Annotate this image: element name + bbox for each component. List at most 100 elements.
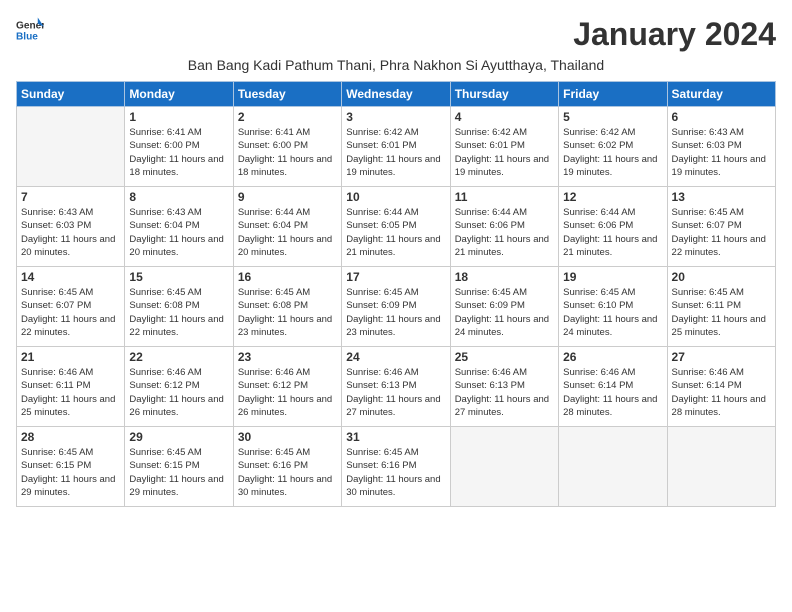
day-info: Sunrise: 6:45 AMSunset: 6:10 PMDaylight:…	[563, 286, 662, 339]
day-info: Sunrise: 6:46 AMSunset: 6:14 PMDaylight:…	[672, 366, 771, 419]
calendar-header-cell: Monday	[125, 82, 233, 107]
calendar-day-cell: 11Sunrise: 6:44 AMSunset: 6:06 PMDayligh…	[450, 187, 558, 267]
day-info: Sunrise: 6:43 AMSunset: 6:04 PMDaylight:…	[129, 206, 228, 259]
day-number: 20	[672, 270, 771, 284]
day-info: Sunrise: 6:46 AMSunset: 6:14 PMDaylight:…	[563, 366, 662, 419]
header: General Blue January 2024	[16, 16, 776, 53]
calendar-day-cell	[450, 427, 558, 507]
calendar-day-cell: 12 Sunrise: 6:44 AMSunset: 6:06 PMDayligh…	[559, 187, 667, 267]
calendar-day-cell: 2 Sunrise: 6:41 AMSunset: 6:00 PMDaylight…	[233, 107, 341, 187]
calendar-day-cell: 21 Sunrise: 6:46 AMSunset: 6:11 PMDayligh…	[17, 347, 125, 427]
calendar-header-row: SundayMondayTuesdayWednesdayThursdayFrid…	[17, 82, 776, 107]
calendar-day-cell: 8Sunrise: 6:43 AMSunset: 6:04 PMDaylight…	[125, 187, 233, 267]
day-info: Sunrise: 6:41 AMSunset: 6:00 PMDaylight:…	[238, 126, 337, 179]
calendar-day-cell: 16 Sunrise: 6:45 AMSunset: 6:08 PMDayligh…	[233, 267, 341, 347]
month-title: January 2024	[573, 16, 776, 53]
calendar-day-cell: 25 Sunrise: 6:46 AMSunset: 6:13 PMDayligh…	[450, 347, 558, 427]
day-number: 7	[21, 190, 120, 204]
calendar-day-cell: 3Sunrise: 6:42 AMSunset: 6:01 PMDaylight…	[342, 107, 450, 187]
day-info: Sunrise: 6:44 AMSunset: 6:04 PMDaylight:…	[238, 206, 337, 259]
calendar-week-row: 1 Sunrise: 6:41 AMSunset: 6:00 PMDaylight…	[17, 107, 776, 187]
day-info: Sunrise: 6:46 AMSunset: 6:13 PMDaylight:…	[455, 366, 554, 419]
calendar-header-cell: Sunday	[17, 82, 125, 107]
calendar-day-cell: 27 Sunrise: 6:46 AMSunset: 6:14 PMDayligh…	[667, 347, 775, 427]
day-number: 14	[21, 270, 120, 284]
calendar-day-cell: 7Sunrise: 6:43 AMSunset: 6:03 PMDaylight…	[17, 187, 125, 267]
day-number: 5	[563, 110, 662, 124]
calendar-day-cell: 30 Sunrise: 6:45 AMSunset: 6:16 PMDayligh…	[233, 427, 341, 507]
day-number: 31	[346, 430, 445, 444]
day-info: Sunrise: 6:44 AMSunset: 6:06 PMDaylight:…	[455, 206, 554, 259]
day-number: 19	[563, 270, 662, 284]
day-number: 15	[129, 270, 228, 284]
day-number: 1	[129, 110, 228, 124]
calendar-day-cell: 20 Sunrise: 6:45 AMSunset: 6:11 PMDayligh…	[667, 267, 775, 347]
day-number: 25	[455, 350, 554, 364]
day-number: 27	[672, 350, 771, 364]
calendar-day-cell: 5 Sunrise: 6:42 AMSunset: 6:02 PMDaylight…	[559, 107, 667, 187]
day-number: 4	[455, 110, 554, 124]
day-number: 26	[563, 350, 662, 364]
calendar-week-row: 21 Sunrise: 6:46 AMSunset: 6:11 PMDayligh…	[17, 347, 776, 427]
calendar-header-cell: Saturday	[667, 82, 775, 107]
calendar-day-cell: 6 Sunrise: 6:43 AMSunset: 6:03 PMDaylight…	[667, 107, 775, 187]
day-info: Sunrise: 6:44 AMSunset: 6:06 PMDaylight:…	[563, 206, 662, 259]
day-info: Sunrise: 6:41 AMSunset: 6:00 PMDaylight:…	[129, 126, 228, 179]
calendar-day-cell: 1 Sunrise: 6:41 AMSunset: 6:00 PMDaylight…	[125, 107, 233, 187]
day-number: 23	[238, 350, 337, 364]
calendar-week-row: 7Sunrise: 6:43 AMSunset: 6:03 PMDaylight…	[17, 187, 776, 267]
subtitle: Ban Bang Kadi Pathum Thani, Phra Nakhon …	[16, 57, 776, 73]
day-info: Sunrise: 6:45 AMSunset: 6:09 PMDaylight:…	[346, 286, 445, 339]
day-info: Sunrise: 6:45 AMSunset: 6:07 PMDaylight:…	[672, 206, 771, 259]
calendar-header-cell: Friday	[559, 82, 667, 107]
day-info: Sunrise: 6:42 AMSunset: 6:01 PMDaylight:…	[346, 126, 445, 179]
calendar-day-cell: 15 Sunrise: 6:45 AMSunset: 6:08 PMDayligh…	[125, 267, 233, 347]
day-number: 29	[129, 430, 228, 444]
day-number: 12	[563, 190, 662, 204]
calendar-week-row: 14 Sunrise: 6:45 AMSunset: 6:07 PMDayligh…	[17, 267, 776, 347]
calendar-day-cell: 18 Sunrise: 6:45 AMSunset: 6:09 PMDayligh…	[450, 267, 558, 347]
calendar-day-cell: 31 Sunrise: 6:45 AMSunset: 6:16 PMDayligh…	[342, 427, 450, 507]
day-number: 21	[21, 350, 120, 364]
calendar-day-cell: 10Sunrise: 6:44 AMSunset: 6:05 PMDayligh…	[342, 187, 450, 267]
calendar-day-cell: 26 Sunrise: 6:46 AMSunset: 6:14 PMDayligh…	[559, 347, 667, 427]
day-number: 18	[455, 270, 554, 284]
day-info: Sunrise: 6:45 AMSunset: 6:08 PMDaylight:…	[238, 286, 337, 339]
day-info: Sunrise: 6:45 AMSunset: 6:16 PMDaylight:…	[346, 446, 445, 499]
day-number: 6	[672, 110, 771, 124]
calendar-body: 1 Sunrise: 6:41 AMSunset: 6:00 PMDaylight…	[17, 107, 776, 507]
day-info: Sunrise: 6:45 AMSunset: 6:11 PMDaylight:…	[672, 286, 771, 339]
calendar-day-cell	[17, 107, 125, 187]
calendar-day-cell	[559, 427, 667, 507]
day-info: Sunrise: 6:43 AMSunset: 6:03 PMDaylight:…	[672, 126, 771, 179]
day-number: 9	[238, 190, 337, 204]
calendar-week-row: 28 Sunrise: 6:45 AMSunset: 6:15 PMDayligh…	[17, 427, 776, 507]
day-number: 2	[238, 110, 337, 124]
day-info: Sunrise: 6:44 AMSunset: 6:05 PMDaylight:…	[346, 206, 445, 259]
day-info: Sunrise: 6:46 AMSunset: 6:11 PMDaylight:…	[21, 366, 120, 419]
day-info: Sunrise: 6:45 AMSunset: 6:07 PMDaylight:…	[21, 286, 120, 339]
svg-text:Blue: Blue	[16, 31, 38, 42]
day-number: 28	[21, 430, 120, 444]
calendar-day-cell: 24 Sunrise: 6:46 AMSunset: 6:13 PMDayligh…	[342, 347, 450, 427]
day-info: Sunrise: 6:46 AMSunset: 6:12 PMDaylight:…	[238, 366, 337, 419]
calendar-day-cell: 9 Sunrise: 6:44 AMSunset: 6:04 PMDaylight…	[233, 187, 341, 267]
logo: General Blue	[16, 16, 44, 44]
day-info: Sunrise: 6:45 AMSunset: 6:16 PMDaylight:…	[238, 446, 337, 499]
day-info: Sunrise: 6:42 AMSunset: 6:02 PMDaylight:…	[563, 126, 662, 179]
day-number: 30	[238, 430, 337, 444]
calendar-day-cell	[667, 427, 775, 507]
day-info: Sunrise: 6:46 AMSunset: 6:13 PMDaylight:…	[346, 366, 445, 419]
day-number: 17	[346, 270, 445, 284]
calendar-day-cell: 14 Sunrise: 6:45 AMSunset: 6:07 PMDayligh…	[17, 267, 125, 347]
day-number: 24	[346, 350, 445, 364]
day-info: Sunrise: 6:46 AMSunset: 6:12 PMDaylight:…	[129, 366, 228, 419]
calendar-day-cell: 29 Sunrise: 6:45 AMSunset: 6:15 PMDayligh…	[125, 427, 233, 507]
day-info: Sunrise: 6:42 AMSunset: 6:01 PMDaylight:…	[455, 126, 554, 179]
day-info: Sunrise: 6:45 AMSunset: 6:09 PMDaylight:…	[455, 286, 554, 339]
day-number: 13	[672, 190, 771, 204]
day-info: Sunrise: 6:45 AMSunset: 6:15 PMDaylight:…	[129, 446, 228, 499]
day-number: 16	[238, 270, 337, 284]
calendar-table: SundayMondayTuesdayWednesdayThursdayFrid…	[16, 81, 776, 507]
day-info: Sunrise: 6:45 AMSunset: 6:08 PMDaylight:…	[129, 286, 228, 339]
